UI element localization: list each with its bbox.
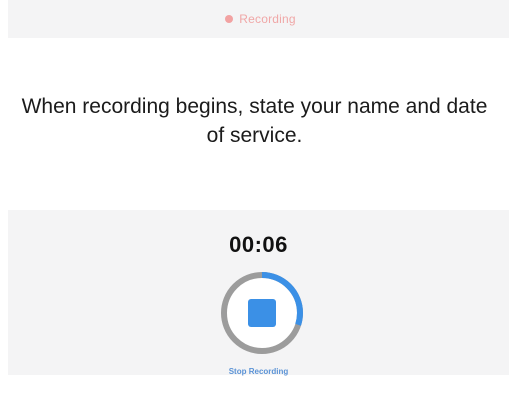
stop-icon bbox=[221, 272, 303, 354]
recording-status-bar: Recording bbox=[8, 0, 509, 38]
recording-dot-icon bbox=[225, 15, 234, 23]
recording-instructions: When recording begins, state your name a… bbox=[21, 95, 488, 147]
stop-recording-label[interactable]: Stop Recording bbox=[8, 367, 509, 376]
recording-status: Recording bbox=[225, 12, 296, 26]
recording-screen: Recording When recording begins, state y… bbox=[0, 0, 509, 402]
recording-status-label: Recording bbox=[239, 12, 296, 26]
recorder-panel: 00:06 Stop Recording bbox=[8, 210, 509, 376]
stop-recording-button[interactable] bbox=[219, 270, 305, 356]
recording-timer: 00:06 bbox=[229, 232, 288, 257]
stop-square bbox=[248, 299, 276, 327]
